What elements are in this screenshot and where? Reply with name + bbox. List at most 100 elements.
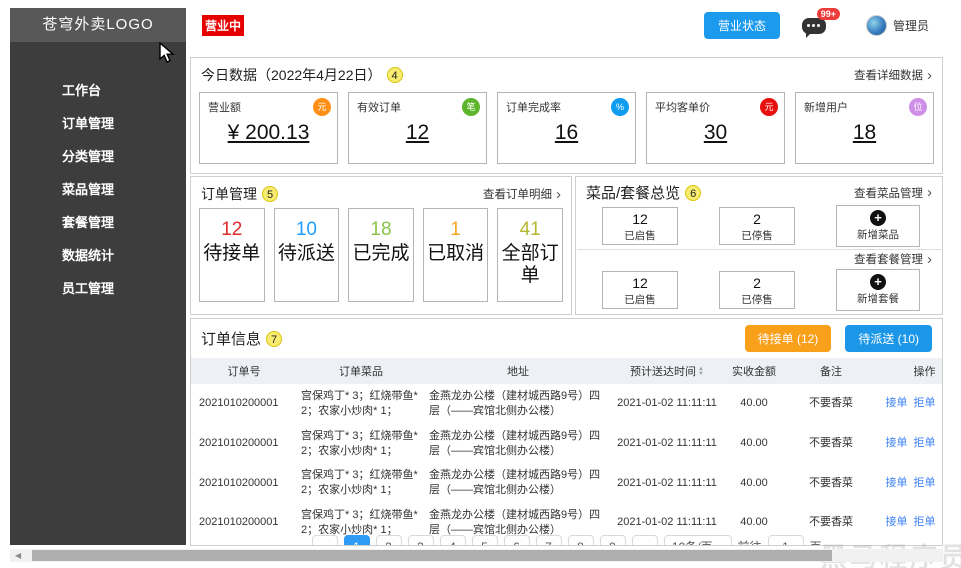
order-status-card-completed[interactable]: 18 已完成 [348, 208, 414, 302]
page-button-1[interactable]: 1 [343, 535, 369, 546]
order-status-card-pending[interactable]: 12 待接单 [199, 208, 265, 302]
sidebar-item-workbench[interactable]: 工作台 [10, 74, 186, 107]
add-dish-button[interactable]: + 新增菜品 [836, 205, 920, 247]
view-order-link[interactable]: 查看 [942, 397, 944, 409]
tab-delivering-orders[interactable]: 待派送 (10) [845, 325, 932, 352]
scrollbar-thumb[interactable] [32, 550, 832, 561]
page-button-2[interactable]: 2 [375, 535, 401, 546]
order-info-title: 订单信息 [201, 328, 261, 349]
page-size-select[interactable]: 10条/页 ⌄ [663, 535, 731, 546]
stat-card-new-users: 新增用户 位 18 [795, 92, 934, 164]
chevron-right-icon: › [927, 68, 932, 83]
cell-eta: 2021-01-02 11:11:11 [611, 463, 723, 503]
sidebar-item-employees[interactable]: 员工管理 [10, 272, 186, 305]
table-header-row: 订单号 订单菜品 地址 预计送达时间▲▼ 实收金额 备注 操作 [191, 358, 943, 384]
sidebar-item-categories[interactable]: 分类管理 [10, 140, 186, 173]
page-button-6[interactable]: 6 [503, 535, 529, 546]
tab-pending-orders[interactable]: 待接单 (12) [745, 325, 832, 352]
jump-suffix-label: 页 [810, 535, 822, 546]
view-order-link[interactable]: 查看 [942, 516, 944, 528]
sidebar-item-orders[interactable]: 订单管理 [10, 107, 186, 140]
mouse-cursor [158, 42, 178, 64]
view-order-detail-link[interactable]: 查看订单明细 › [483, 186, 561, 202]
col-eta[interactable]: 预计送达时间▲▼ [611, 358, 723, 384]
chat-bubble-icon [802, 18, 826, 34]
col-eta-label: 预计送达时间 [630, 366, 696, 378]
view-order-link[interactable]: 查看 [942, 477, 944, 489]
order-status-count: 41 [498, 219, 562, 241]
table-row: 2021010200001 宫保鸡丁* 3；红烧带鱼* 2；农家小炒肉* 1； … [191, 424, 943, 464]
combo-enabled-label: 已启售 [603, 292, 677, 307]
horizontal-scrollbar[interactable]: ◀ [10, 549, 943, 562]
reject-order-link[interactable]: 拒单 [914, 397, 936, 409]
order-status-label: 已取消 [424, 243, 488, 265]
jump-prefix-label: 前往 [737, 535, 761, 546]
accept-order-link[interactable]: 接单 [886, 516, 908, 528]
unit-badge: % [611, 98, 629, 116]
cell-note: 不要香菜 [785, 463, 877, 503]
sidebar-item-combos[interactable]: 套餐管理 [10, 206, 186, 239]
col-address: 地址 [425, 358, 611, 384]
page-button-7[interactable]: 7 [535, 535, 561, 546]
col-dishes: 订单菜品 [297, 358, 425, 384]
messages-icon[interactable]: 99+ [802, 13, 832, 37]
reject-order-link[interactable]: 拒单 [914, 477, 936, 489]
unit-badge: 笔 [462, 98, 480, 116]
cell-order-id: 2021010200001 [191, 503, 297, 543]
stat-card-value: 30 [655, 121, 776, 145]
annotation-callout-7: 7 [266, 331, 282, 347]
order-status-count: 12 [200, 219, 264, 241]
sort-icon[interactable]: ▲▼ [698, 367, 704, 377]
view-combo-management-link[interactable]: 查看套餐管理 › [854, 251, 932, 267]
plus-icon: + [870, 274, 886, 290]
cell-amount: 40.00 [723, 424, 785, 464]
reject-order-link[interactable]: 拒单 [914, 437, 936, 449]
plus-icon: + [870, 210, 886, 226]
col-actions: 操作 [877, 358, 943, 384]
top-right-cluster: 营业状态 99+ 管理员 [704, 12, 929, 38]
order-status-card-cancelled[interactable]: 1 已取消 [423, 208, 489, 302]
sidebar-item-dishes[interactable]: 菜品管理 [10, 173, 186, 206]
col-note: 备注 [785, 358, 877, 384]
open-status-badge: 营业中 [202, 15, 244, 36]
dish-combo-overview-panel: 菜品/套餐总览 6 查看菜品管理 › 12 已启售 2 已停售 + 新增菜品 [575, 176, 943, 315]
business-status-button[interactable]: 营业状态 [704, 12, 780, 39]
add-combo-button[interactable]: + 新增套餐 [836, 269, 920, 311]
prev-page-button[interactable]: ‹ [311, 535, 337, 546]
chevron-right-icon: › [927, 252, 932, 267]
chevron-right-icon: › [927, 185, 932, 200]
reject-order-link[interactable]: 拒单 [914, 516, 936, 528]
page-button-3[interactable]: 3 [407, 535, 433, 546]
view-dish-management-label: 查看菜品管理 [854, 185, 923, 201]
view-order-link[interactable]: 查看 [942, 437, 944, 449]
jump-page-input[interactable] [768, 535, 804, 546]
next-page-button[interactable]: › [631, 535, 657, 546]
cell-address: 金燕龙办公楼（建材城西路9号）四层（——宾馆北侧办公楼） [425, 424, 611, 464]
view-detail-data-link[interactable]: 查看详细数据 › [854, 67, 932, 83]
page-size-label: 10条/页 [672, 536, 713, 546]
scroll-left-icon[interactable]: ◀ [15, 549, 21, 562]
page-button-9[interactable]: 9 [599, 535, 625, 546]
view-dish-management-link[interactable]: 查看菜品管理 › [854, 185, 932, 201]
stat-card-value: 18 [804, 121, 925, 145]
user-name[interactable]: 管理员 [893, 17, 929, 34]
page-button-8[interactable]: 8 [567, 535, 593, 546]
accept-order-link[interactable]: 接单 [886, 437, 908, 449]
page-button-5[interactable]: 5 [471, 535, 497, 546]
page-button-4[interactable]: 4 [439, 535, 465, 546]
stat-card-value: ¥ 200.13 [208, 121, 329, 145]
combo-enabled-count: 12 [603, 275, 677, 291]
annotation-callout-5: 5 [262, 186, 278, 202]
order-status-card-delivering[interactable]: 10 待派送 [274, 208, 340, 302]
stat-card-label: 平均客单价 [655, 99, 776, 115]
today-panel-title: 今日数据（2022年4月22日） [201, 65, 382, 85]
sidebar: 工作台 订单管理 分类管理 菜品管理 套餐管理 数据统计 员工管理 [10, 42, 186, 545]
annotation-callout-6: 6 [685, 185, 701, 201]
order-status-card-all[interactable]: 41 全部订单 [497, 208, 563, 302]
user-avatar[interactable] [866, 15, 887, 36]
combo-disabled-count: 2 [720, 275, 794, 291]
accept-order-link[interactable]: 接单 [886, 397, 908, 409]
dish-stats-row: 12 已启售 2 已停售 + 新增菜品 [576, 203, 942, 249]
sidebar-item-statistics[interactable]: 数据统计 [10, 239, 186, 272]
accept-order-link[interactable]: 接单 [886, 477, 908, 489]
